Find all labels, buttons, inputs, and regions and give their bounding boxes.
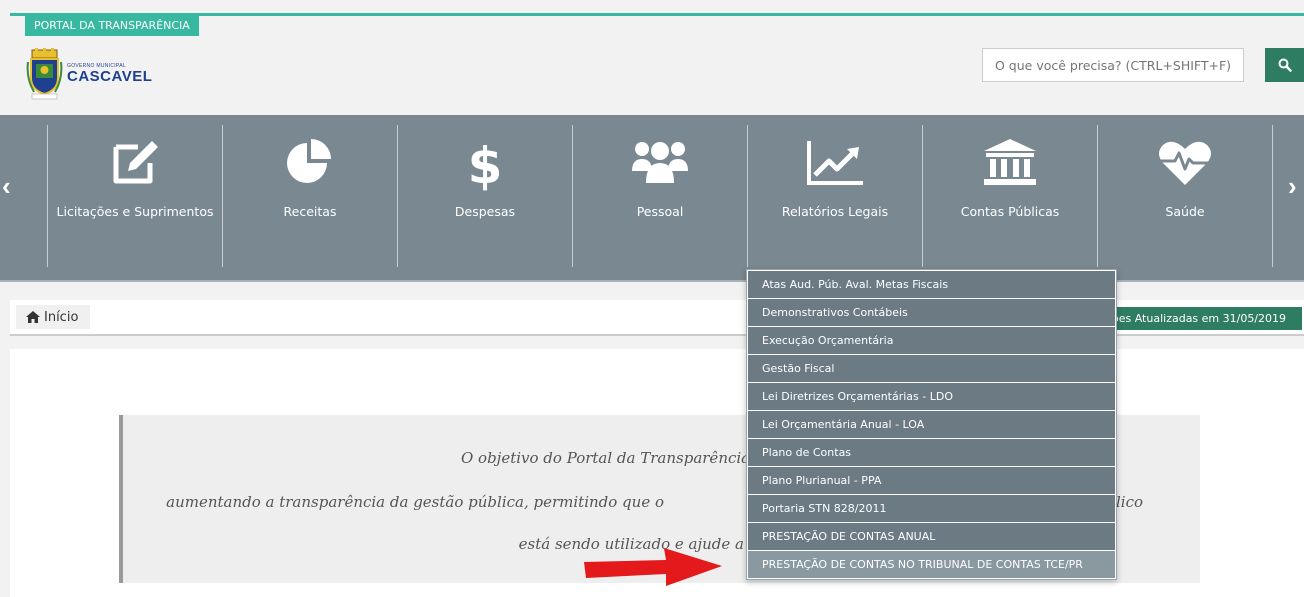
pie-chart-icon [280,137,340,189]
nav-item-relatorios-legais[interactable]: Relatórios Legais [755,115,915,275]
crest-icon [26,48,63,100]
logo[interactable]: GOVERNO MUNICIPAL CASCAVEL [26,48,152,100]
edit-icon [105,137,165,189]
relatorios-legais-dropdown: Atas Aud. Púb. Aval. Metas Fiscais Demon… [746,269,1117,580]
nav-divider [922,125,923,267]
nav-label: Contas Públicas [960,204,1060,219]
nav-divider [1272,125,1273,267]
search-icon [1278,58,1292,72]
dropdown-item[interactable]: Gestão Fiscal [748,355,1115,382]
nav-divider [397,125,398,267]
users-icon [630,137,690,189]
home-icon [26,311,40,323]
breadcrumb-home-label: Início [44,309,79,325]
nav-divider [47,125,48,267]
portal-tag[interactable]: PORTAL DA TRANSPARÊNCIA [25,16,199,36]
search-input[interactable] [982,48,1244,82]
nav-item-licitacoes[interactable]: Licitações e Suprimentos [55,115,215,275]
nav-item-despesas[interactable]: $ Despesas [405,115,565,275]
dropdown-item[interactable]: Lei Diretrizes Orçamentárias - LDO [748,383,1115,410]
heartbeat-icon [1155,137,1215,189]
nav-label: Despesas [454,204,516,219]
nav-label: Saúde [1165,204,1205,219]
dollar-icon: $ [455,137,515,191]
nav-label: Pessoal [636,204,684,219]
dropdown-item[interactable]: Plano de Contas [748,439,1115,466]
nav-label: Receitas [283,204,337,219]
dropdown-item[interactable]: Portaria STN 828/2011 [748,495,1115,522]
nav-divider [222,125,223,267]
red-arrow-annotation [584,548,722,586]
update-badge: ões Atualizadas em 31/05/2019 [1106,307,1302,330]
dropdown-item[interactable]: PRESTAÇÃO DE CONTAS ANUAL [748,523,1115,550]
top-accent-line [10,13,1304,16]
breadcrumb-home[interactable]: Início [16,305,91,329]
nav-item-saude[interactable]: Saúde [1105,115,1265,275]
search-button[interactable] [1265,48,1304,82]
dropdown-item[interactable]: Demonstrativos Contábeis [748,299,1115,326]
nav-divider [572,125,573,267]
nav-label: Licitações e Suprimentos [56,204,214,219]
nav-item-contas-publicas[interactable]: Contas Públicas [930,115,1090,275]
dropdown-item[interactable]: Plano Plurianual - PPA [748,467,1115,494]
nav-next-arrow[interactable]: › [1288,171,1297,202]
nav-prev-arrow[interactable]: ‹ [2,171,11,202]
main-nav: ‹ › Licitações e Suprimentos Receitas $ … [0,115,1304,282]
dropdown-item[interactable]: Lei Orçamentária Anual - LOA [748,411,1115,438]
nav-label: Relatórios Legais [781,204,889,219]
svg-text:$: $ [468,137,503,191]
quote-line-2-right: lico [1116,493,1144,511]
dropdown-item[interactable]: Atas Aud. Púb. Aval. Metas Fiscais [748,271,1115,298]
nav-item-pessoal[interactable]: Pessoal [580,115,740,275]
bank-icon [980,137,1040,189]
quote-line-2-left: aumentando a transparência da gestão púb… [166,493,664,511]
logo-title: CASCAVEL [67,68,153,85]
line-chart-icon [805,137,865,189]
nav-divider [1097,125,1098,267]
nav-item-receitas[interactable]: Receitas [230,115,390,275]
dropdown-item[interactable]: Execução Orçamentária [748,327,1115,354]
dropdown-item-highlighted[interactable]: PRESTAÇÃO DE CONTAS NO TRIBUNAL DE CONTA… [748,551,1115,578]
nav-divider [747,125,748,267]
